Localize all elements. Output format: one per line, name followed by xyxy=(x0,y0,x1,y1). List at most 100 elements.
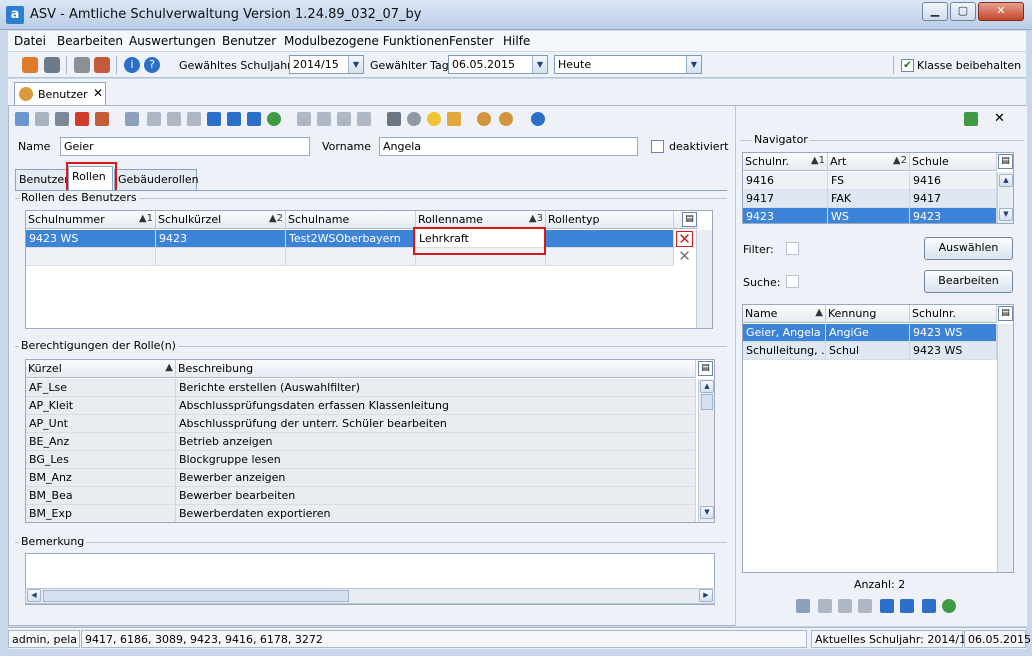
refresh-icon[interactable] xyxy=(942,599,956,613)
col-rollentyp[interactable]: Rollentyp xyxy=(546,211,674,229)
schuljahr-select[interactable]: 2014/15 ▼ xyxy=(289,55,364,74)
delete-row-icon[interactable]: ✕ xyxy=(676,249,693,265)
table-row[interactable]: AP_Unt Abschlussprüfung der unterr. Schül… xyxy=(26,415,696,433)
name-field[interactable]: Geier xyxy=(60,137,310,156)
new-icon[interactable] xyxy=(15,112,29,126)
disk-icon[interactable] xyxy=(407,112,421,126)
menu-bearbeiten[interactable]: Bearbeiten xyxy=(57,34,123,48)
list-item[interactable]: Geier, Angela AngiGe 9423 WS xyxy=(743,324,997,342)
user-group-icon[interactable] xyxy=(499,112,513,126)
scroll-down-icon[interactable]: ▼ xyxy=(700,506,714,519)
col-art[interactable]: Art ▲2 xyxy=(828,153,910,171)
menu-fenster[interactable]: Fenster xyxy=(449,34,494,48)
next-page-icon[interactable] xyxy=(227,112,241,126)
vorname-field[interactable]: Angela xyxy=(379,137,638,156)
column-chooser-icon[interactable]: ▤ xyxy=(998,306,1013,321)
help-icon[interactable] xyxy=(531,112,545,126)
tab-benutzer[interactable]: Benutzer xyxy=(15,169,69,190)
next-icon[interactable] xyxy=(880,599,894,613)
list-icon[interactable] xyxy=(796,599,810,613)
help-icon[interactable]: ? xyxy=(144,57,160,73)
menu-modulbezogene-funktionen[interactable]: Modulbezogene Funktionen xyxy=(284,34,449,48)
table-row[interactable]: BM_Exp Bewerberdaten exportieren xyxy=(26,505,696,522)
bemerkung-hscrollbar[interactable]: ◀ ▶ xyxy=(25,588,715,604)
delete-row-icon[interactable]: ✕ xyxy=(676,231,693,247)
menu-benutzer[interactable]: Benutzer xyxy=(222,34,276,48)
previous-page-icon[interactable] xyxy=(167,112,181,126)
printer-icon[interactable] xyxy=(44,57,60,73)
previous-icon[interactable] xyxy=(858,599,872,613)
save-icon[interactable] xyxy=(35,112,49,126)
auswaehlen-button[interactable]: Auswählen xyxy=(924,237,1013,260)
col-schule[interactable]: Schule xyxy=(910,153,997,171)
table-row[interactable]: BG_Les Blockgruppe lesen xyxy=(26,451,696,469)
col-schulname[interactable]: Schulname xyxy=(286,211,416,229)
first-icon[interactable] xyxy=(818,599,832,613)
col-beschreibung[interactable]: Beschreibung xyxy=(176,360,696,378)
last-icon[interactable] xyxy=(922,599,936,613)
printer-icon[interactable] xyxy=(387,112,401,126)
scroll-right-icon[interactable]: ▶ xyxy=(699,589,713,602)
menu-auswertungen[interactable]: Auswertungen xyxy=(129,34,216,48)
col-schulnummer[interactable]: Schulnummer ▲1 xyxy=(26,211,156,229)
navigator-scrollbar[interactable]: ▲ ▼ xyxy=(997,172,1013,223)
bearbeiten-button[interactable]: Bearbeiten xyxy=(924,270,1013,293)
list-icon[interactable] xyxy=(125,112,139,126)
minimize-button[interactable]: ▁ xyxy=(922,2,948,21)
scroll-up-icon[interactable]: ▲ xyxy=(999,174,1013,187)
lightbulb-icon[interactable] xyxy=(427,112,441,126)
col-kuerzel[interactable]: Kürzel ▲ xyxy=(26,360,176,378)
document-tab-benutzer[interactable]: Benutzer ✕ xyxy=(14,82,106,105)
deaktiviert-checkbox[interactable] xyxy=(651,140,664,153)
window-icon[interactable] xyxy=(95,112,109,126)
roles-scrollbar[interactable] xyxy=(696,230,712,328)
navigator-users-scrollbar[interactable] xyxy=(997,324,1013,572)
undo-icon[interactable] xyxy=(55,112,69,126)
menu-datei[interactable]: Datei xyxy=(14,34,46,48)
info-icon[interactable]: i xyxy=(124,57,140,73)
paste-icon[interactable] xyxy=(357,112,371,126)
maximize-button[interactable]: ▢ xyxy=(950,2,976,21)
book-icon[interactable] xyxy=(22,57,38,73)
table-row-empty[interactable] xyxy=(26,248,674,266)
scroll-up-icon[interactable]: ▲ xyxy=(700,380,714,393)
table-row[interactable]: BE_Anz Betrieb anzeigen xyxy=(26,433,696,451)
scroll-thumb[interactable] xyxy=(43,590,349,602)
previous-icon[interactable] xyxy=(187,112,201,126)
cut-icon[interactable] xyxy=(317,112,331,126)
copy-icon[interactable] xyxy=(74,57,90,73)
window-icon[interactable] xyxy=(94,57,110,73)
table-row[interactable]: 9423 WS 9423 Test2WSOberbayern Lehrkraft xyxy=(26,230,674,248)
permissions-scrollbar[interactable]: ▲ ▼ xyxy=(698,379,714,522)
table-row[interactable]: AP_Kleit Abschlussprüfungsdaten erfassen … xyxy=(26,397,696,415)
close-window-button[interactable]: ✕ xyxy=(978,2,1024,21)
col-schulkuerzel[interactable]: Schulkürzel ▲2 xyxy=(156,211,286,229)
tag-date-field[interactable]: 06.05.2015 ▼ xyxy=(448,55,548,74)
table-row[interactable]: AF_Lse Berichte erstellen (Auswahlfilter) xyxy=(26,379,696,397)
scroll-thumb[interactable] xyxy=(701,394,713,410)
users-icon[interactable] xyxy=(477,112,491,126)
col-name[interactable]: Name ▲ xyxy=(743,305,826,323)
scroll-left-icon[interactable]: ◀ xyxy=(27,589,41,602)
filter-checkbox[interactable] xyxy=(786,242,799,255)
first-icon[interactable] xyxy=(147,112,161,126)
scroll-down-icon[interactable]: ▼ xyxy=(999,208,1013,221)
navigator-close-icon[interactable]: ✕ xyxy=(994,111,1005,126)
column-chooser-icon[interactable]: ▤ xyxy=(682,212,697,227)
col-kennung[interactable]: Kennung xyxy=(826,305,910,323)
next-icon[interactable] xyxy=(207,112,221,126)
table-row[interactable]: BM_Bea Bewerber bearbeiten xyxy=(26,487,696,505)
list-item[interactable]: 9416 FS 9416 xyxy=(743,172,997,190)
back-arrow-icon[interactable] xyxy=(297,112,311,126)
suche-checkbox[interactable] xyxy=(786,275,799,288)
copy-icon[interactable] xyxy=(337,112,351,126)
column-chooser-icon[interactable]: ▤ xyxy=(698,361,713,376)
brush-icon[interactable] xyxy=(447,112,461,126)
heute-select[interactable]: Heute ▼ xyxy=(554,55,702,74)
next-page-icon[interactable] xyxy=(900,599,914,613)
col-schulnr[interactable]: Schulnr. ▲1 xyxy=(743,153,828,171)
klasse-beibehalten-checkbox[interactable]: ✔ xyxy=(901,59,914,72)
delete-icon[interactable] xyxy=(75,112,89,126)
close-tab-icon[interactable]: ✕ xyxy=(93,86,103,100)
navigator-refresh-icon[interactable] xyxy=(964,112,978,126)
